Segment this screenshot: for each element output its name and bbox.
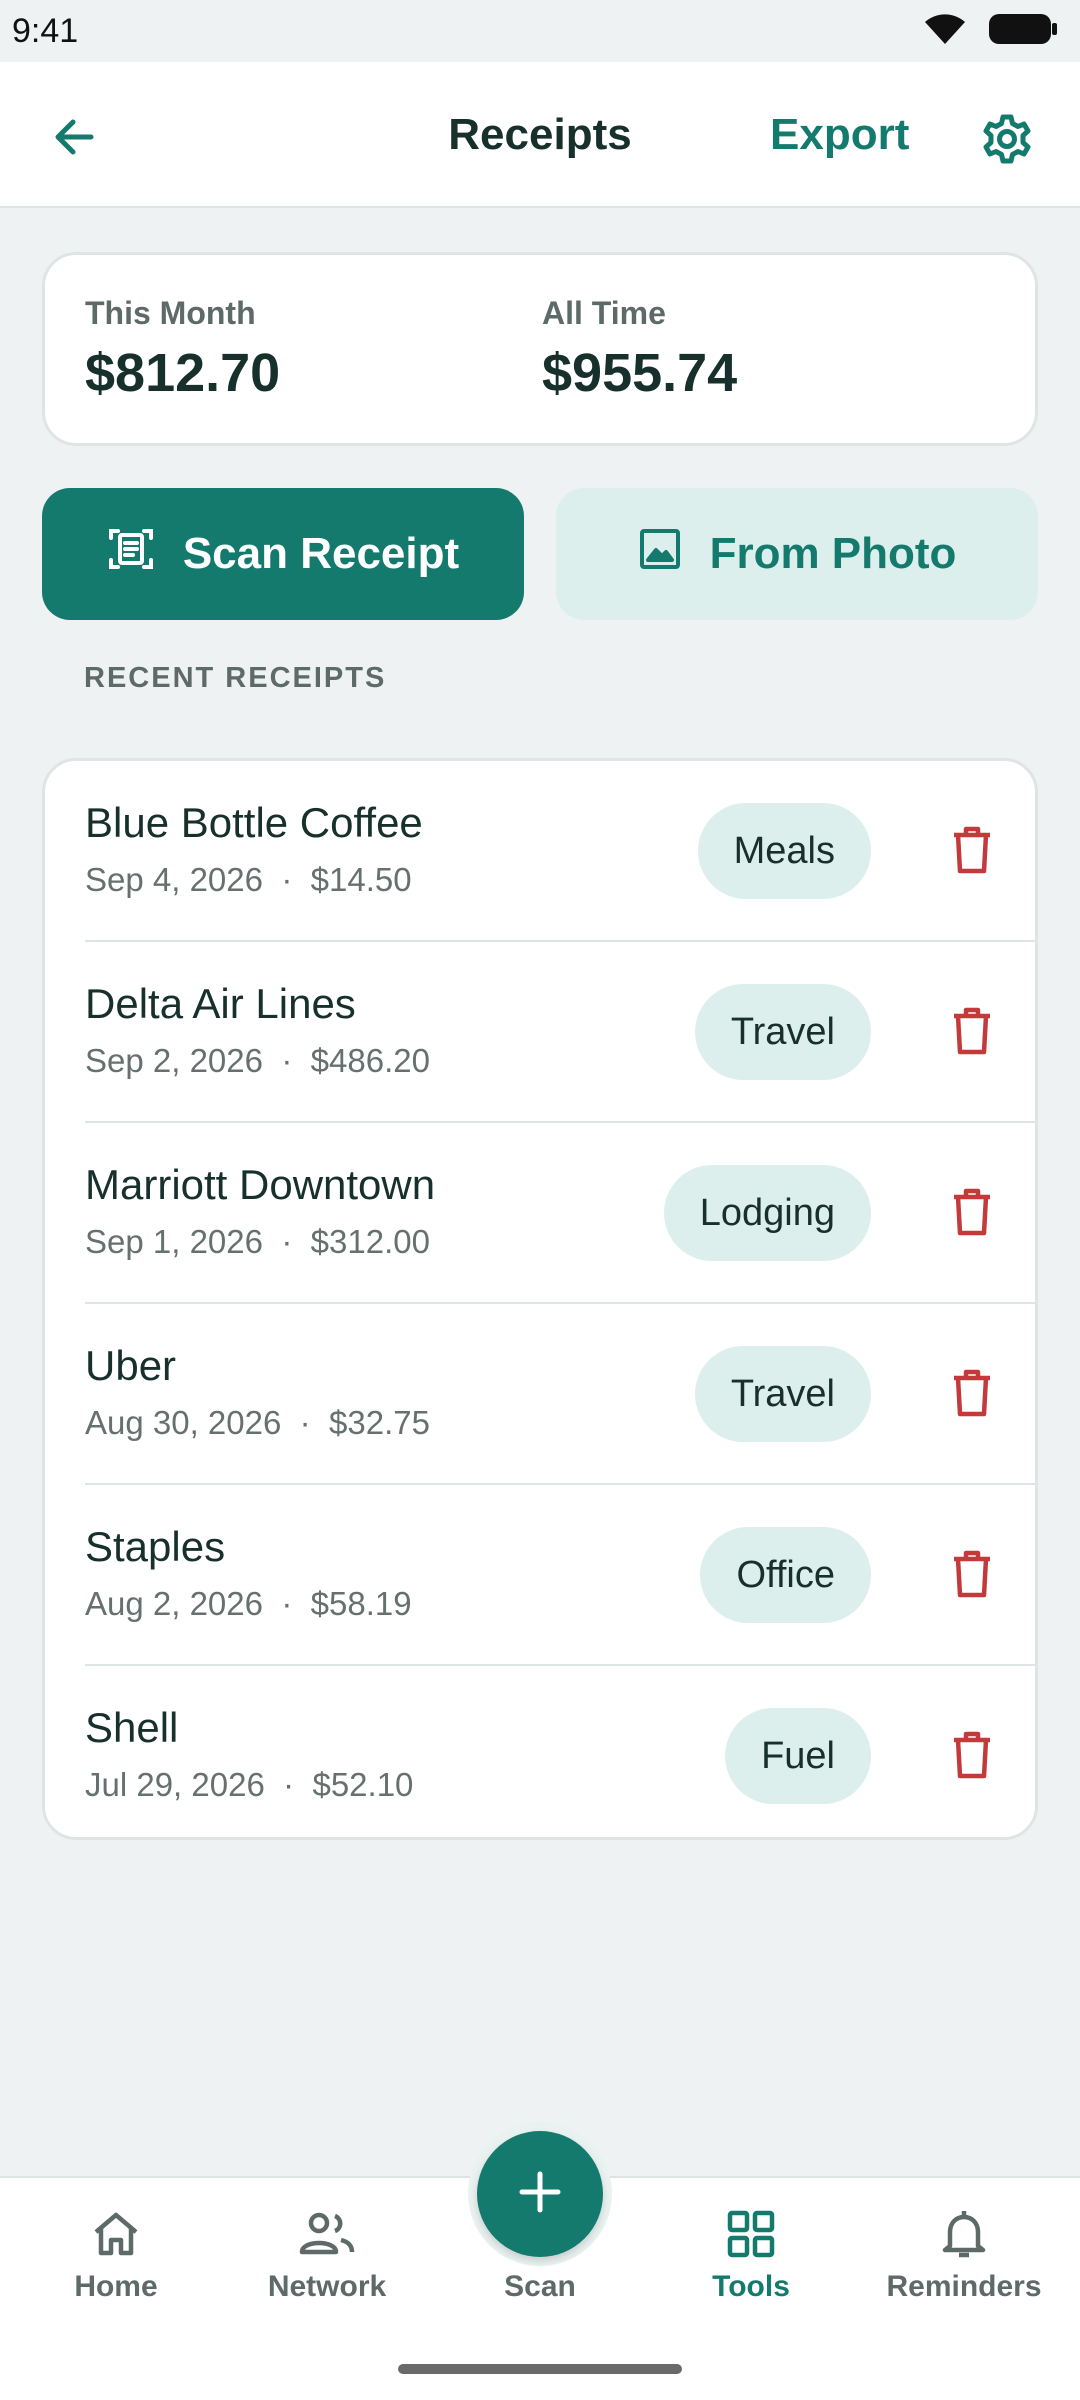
receipt-merchant: Uber [85,1342,177,1389]
trash-icon [952,826,992,879]
home-icon [86,2204,146,2264]
from-photo-button[interactable]: From Photo [556,488,1038,620]
receipt-date-amount: Sep 2, 2026 · $486.20 [85,1042,430,1079]
receipt-date-amount: Sep 4, 2026 · $14.50 [85,861,412,898]
receipt-merchant: Shell [85,1704,179,1751]
nav-reminders[interactable]: Reminders [864,2204,1064,2324]
settings-button[interactable] [972,106,1042,176]
delete-button[interactable] [937,998,1007,1068]
receipt-date-amount: Aug 2, 2026 · $58.19 [85,1585,412,1622]
nav-tools[interactable]: Tools [651,2204,851,2324]
category-chip[interactable]: Lodging [663,1165,871,1261]
nav-home[interactable]: Home [16,2204,216,2324]
people-icon [297,2204,357,2264]
nav-network-label: Network [267,2270,387,2303]
trash-icon [952,1007,992,1060]
category-chip[interactable]: Fuel [725,1708,871,1804]
this-month-summary: This Month $812.70 [85,295,280,404]
page-title: Receipts [448,110,632,159]
export-button[interactable]: Export [770,110,909,160]
receipt-date-amount: Aug 30, 2026 · $32.75 [85,1404,430,1441]
delete-button[interactable] [937,1722,1007,1792]
status-icons [922,12,1058,51]
list-item[interactable]: Marriott Downtown Sep 1, 2026 · $312.00 … [45,1123,1035,1304]
category-chip[interactable]: Meals [697,803,871,899]
home-indicator [398,2364,682,2374]
receipt-merchant: Marriott Downtown [85,1161,436,1208]
delete-button[interactable] [937,1360,1007,1430]
scan-receipt-label: Scan Receipt [182,529,460,578]
scan-fab-halo [468,2122,612,2266]
all-time-value: $955.74 [542,343,738,403]
list-item[interactable]: Staples Aug 2, 2026 · $58.19 Office [45,1485,1035,1666]
image-icon [638,527,682,582]
nav-home-label: Home [74,2270,158,2303]
grid-icon [721,2204,781,2264]
trash-icon [952,1550,992,1603]
all-time-label: All Time [542,295,666,331]
category-chip[interactable]: Travel [694,984,871,1080]
delete-button[interactable] [937,1179,1007,1249]
plus-icon [516,2168,564,2221]
from-photo-label: From Photo [709,529,957,578]
delete-button[interactable] [937,817,1007,887]
trash-icon [952,1731,992,1784]
nav-tools-label: Tools [712,2270,790,2303]
list-item[interactable]: Uber Aug 30, 2026 · $32.75 Travel [45,1304,1035,1485]
section-header: RECENT RECEIPTS [84,662,387,694]
wifi-icon [922,12,968,51]
battery-icon [988,12,1058,51]
bell-icon [934,2204,994,2264]
summary-card: This Month $812.70 All Time $955.74 [42,252,1038,446]
status-bar: 9:41 [0,0,1080,62]
receipt-merchant: Delta Air Lines [85,980,356,1027]
trash-icon [952,1369,992,1422]
list-item[interactable]: Shell Jul 29, 2026 · $52.10 Fuel [45,1666,1035,1837]
scan-fab-button[interactable] [477,2131,603,2257]
app-bar: Receipts Export [0,62,1080,208]
list-item[interactable]: Blue Bottle Coffee Sep 4, 2026 · $14.50 … [45,761,1035,942]
category-chip[interactable]: Travel [694,1346,871,1442]
receipt-date-amount: Sep 1, 2026 · $312.00 [85,1223,430,1260]
trash-icon [952,1188,992,1241]
nav-reminders-label: Reminders [886,2270,1042,2303]
all-time-summary: All Time $955.74 [542,295,737,404]
nav-network[interactable]: Network [227,2204,427,2324]
scan-receipt-button[interactable]: Scan Receipt [42,488,524,620]
list-item[interactable]: Delta Air Lines Sep 2, 2026 · $486.20 Tr… [45,942,1035,1123]
category-chip[interactable]: Office [700,1527,871,1623]
receipt-date-amount: Jul 29, 2026 · $52.10 [85,1766,414,1803]
receipt-merchant: Staples [85,1523,226,1570]
nav-scan-label: Scan [504,2270,576,2303]
status-time: 9:41 [12,11,79,50]
gear-icon [979,111,1035,172]
this-month-label: This Month [85,295,256,331]
receipts-list: Blue Bottle Coffee Sep 4, 2026 · $14.50 … [42,758,1038,1840]
scan-document-icon [107,525,155,584]
this-month-value: $812.70 [85,343,281,403]
receipt-merchant: Blue Bottle Coffee [85,799,423,846]
delete-button[interactable] [937,1541,1007,1611]
